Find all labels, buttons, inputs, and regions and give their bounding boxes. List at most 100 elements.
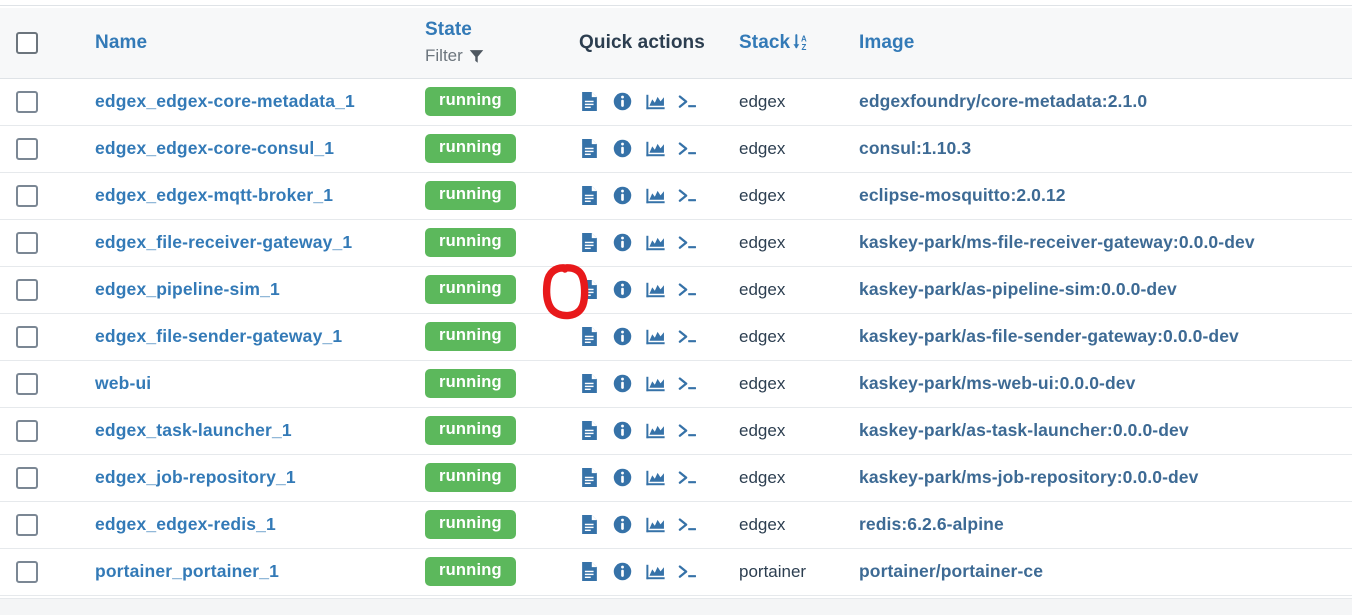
console-icon[interactable]: [678, 326, 698, 348]
console-icon[interactable]: [678, 185, 698, 207]
table-row[interactable]: edgex_job-repository_1 running edgex kaskey…: [0, 454, 1352, 501]
container-name-link[interactable]: edgex_edgex-redis_1: [95, 514, 276, 534]
inspect-icon[interactable]: [612, 138, 632, 160]
header-state-label[interactable]: State: [425, 20, 472, 40]
table-row[interactable]: web-ui running edgex kaskey-park/ms-web-ui:…: [0, 360, 1352, 407]
state-filter-control[interactable]: Filter: [425, 47, 542, 65]
logs-icon[interactable]: [579, 467, 599, 489]
row-checkbox[interactable]: [16, 278, 38, 301]
inspect-icon[interactable]: [612, 420, 632, 442]
logs-icon[interactable]: [579, 232, 599, 254]
inspect-icon[interactable]: [612, 232, 632, 254]
row-checkbox[interactable]: [16, 325, 38, 348]
row-checkbox[interactable]: [16, 184, 38, 207]
stack-cell: edgex: [722, 407, 842, 454]
container-name-link[interactable]: edgex_edgex-core-consul_1: [95, 138, 334, 158]
table-row[interactable]: edgex_edgex-mqtt-broker_1 running edgex ecl…: [0, 172, 1352, 219]
table-row[interactable]: edgex_edgex-core-metadata_1 running edgex e…: [0, 78, 1352, 125]
row-checkbox[interactable]: [16, 560, 38, 583]
logs-icon[interactable]: [579, 326, 599, 348]
image-link[interactable]: kaskey-park/ms-job-repository:0.0.0-dev: [859, 467, 1198, 487]
state-filter-label: Filter: [425, 46, 463, 66]
stats-icon[interactable]: [645, 420, 665, 442]
header-image-label[interactable]: Image: [859, 32, 914, 54]
logs-icon[interactable]: [579, 138, 599, 160]
image-link[interactable]: kaskey-park/ms-web-ui:0.0.0-dev: [859, 373, 1135, 393]
image-link[interactable]: portainer/portainer-ce: [859, 561, 1043, 581]
console-icon[interactable]: [678, 420, 698, 442]
row-checkbox[interactable]: [16, 90, 38, 113]
row-checkbox[interactable]: [16, 466, 38, 489]
row-checkbox[interactable]: [16, 231, 38, 254]
logs-icon[interactable]: [579, 420, 599, 442]
inspect-icon[interactable]: [612, 373, 632, 395]
inspect-icon[interactable]: [612, 561, 632, 583]
header-quick-actions-inner: Quick actions: [542, 32, 722, 54]
image-link[interactable]: kaskey-park/as-task-launcher:0.0.0-dev: [859, 420, 1189, 440]
stats-icon[interactable]: [645, 373, 665, 395]
inspect-icon[interactable]: [612, 514, 632, 536]
stats-icon[interactable]: [645, 185, 665, 207]
select-all-checkbox[interactable]: [16, 31, 38, 54]
console-icon[interactable]: [678, 514, 698, 536]
stats-icon[interactable]: [645, 232, 665, 254]
table-row[interactable]: edgex_edgex-redis_1 running edgex redis:6.2…: [0, 501, 1352, 548]
stats-icon[interactable]: [645, 467, 665, 489]
logs-icon[interactable]: [579, 373, 599, 395]
inspect-icon[interactable]: [612, 91, 632, 113]
stats-icon[interactable]: [645, 138, 665, 160]
table-row[interactable]: edgex_file-receiver-gateway_1 running edge…: [0, 219, 1352, 266]
image-link[interactable]: edgexfoundry/core-metadata:2.1.0: [859, 91, 1147, 111]
inspect-icon[interactable]: [612, 467, 632, 489]
image-link[interactable]: kaskey-park/as-pipeline-sim:0.0.0-dev: [859, 279, 1177, 299]
stats-icon[interactable]: [645, 514, 665, 536]
container-name-link[interactable]: edgex_pipeline-sim_1: [95, 279, 280, 299]
console-icon[interactable]: [678, 91, 698, 113]
stats-icon[interactable]: [645, 91, 665, 113]
sort-alpha-asc-icon[interactable]: AZ: [792, 33, 809, 52]
table-row[interactable]: edgex_task-launcher_1 running edgex kaskey-…: [0, 407, 1352, 454]
image-link[interactable]: consul:1.10.3: [859, 138, 971, 158]
inspect-icon[interactable]: [612, 185, 632, 207]
logs-icon[interactable]: [579, 279, 599, 301]
logs-icon[interactable]: [579, 91, 599, 113]
console-icon[interactable]: [678, 467, 698, 489]
row-checkbox[interactable]: [16, 513, 38, 536]
container-name-link[interactable]: portainer_portainer_1: [95, 561, 279, 581]
inspect-icon[interactable]: [612, 326, 632, 348]
row-checkbox[interactable]: [16, 419, 38, 442]
container-name-link[interactable]: edgex_file-receiver-gateway_1: [95, 232, 352, 252]
row-checkbox[interactable]: [16, 137, 38, 160]
header-stack-label[interactable]: Stack: [739, 32, 790, 54]
logs-icon[interactable]: [579, 561, 599, 583]
console-icon[interactable]: [678, 373, 698, 395]
container-name-link[interactable]: edgex_job-repository_1: [95, 467, 296, 487]
row-select-cell: [0, 548, 40, 595]
table-row[interactable]: edgex_edgex-core-consul_1 running edgex con…: [0, 125, 1352, 172]
container-name-link[interactable]: edgex_task-launcher_1: [95, 420, 292, 440]
container-name-link[interactable]: web-ui: [95, 373, 151, 393]
console-icon[interactable]: [678, 279, 698, 301]
console-icon[interactable]: [678, 232, 698, 254]
image-link[interactable]: kaskey-park/ms-file-receiver-gateway:0.0…: [859, 232, 1255, 252]
image-link[interactable]: redis:6.2.6-alpine: [859, 514, 1004, 534]
table-row[interactable]: edgex_pipeline-sim_1 running edgex kaskey-p…: [0, 266, 1352, 313]
table-row[interactable]: portainer_portainer_1 running portainer por…: [0, 548, 1352, 595]
stats-icon[interactable]: [645, 561, 665, 583]
image-link[interactable]: eclipse-mosquitto:2.0.12: [859, 185, 1066, 205]
image-link[interactable]: kaskey-park/as-file-sender-gateway:0.0.0…: [859, 326, 1239, 346]
logs-icon[interactable]: [579, 514, 599, 536]
container-name-link[interactable]: edgex_file-sender-gateway_1: [95, 326, 342, 346]
header-name-label[interactable]: Name: [95, 32, 147, 54]
console-icon[interactable]: [678, 561, 698, 583]
logs-icon[interactable]: [579, 185, 599, 207]
inspect-icon[interactable]: [612, 279, 632, 301]
container-name-link[interactable]: edgex_edgex-core-metadata_1: [95, 91, 355, 111]
stack-cell: edgex: [722, 219, 842, 266]
stats-icon[interactable]: [645, 326, 665, 348]
row-checkbox[interactable]: [16, 372, 38, 395]
container-name-link[interactable]: edgex_edgex-mqtt-broker_1: [95, 185, 333, 205]
console-icon[interactable]: [678, 138, 698, 160]
stats-icon[interactable]: [645, 279, 665, 301]
table-row[interactable]: edgex_file-sender-gateway_1 running edgex k…: [0, 313, 1352, 360]
